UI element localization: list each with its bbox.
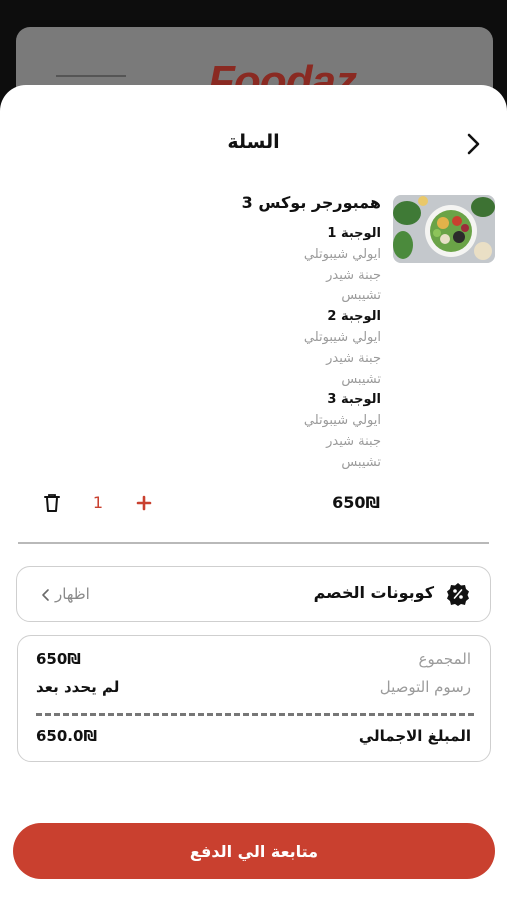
meal-option: ايولي شيبوتلي [303, 246, 381, 262]
coupon-label: كوبونات الخصم [313, 583, 434, 602]
delivery-label: رسوم التوصيل [379, 678, 471, 696]
item-price: 650₪ [332, 493, 380, 512]
dashed-divider [36, 713, 474, 716]
cart-header: السلة [0, 85, 507, 203]
meal-option: تشيبس [341, 371, 381, 387]
meal-option: جبنة شيدر [326, 433, 381, 449]
delete-button[interactable] [41, 492, 63, 514]
meal-option: تشيبس [341, 454, 381, 470]
trash-icon [44, 494, 60, 512]
meal-option: ايولي شيبوتلي [303, 329, 381, 345]
cart-sheet: السلة همبورجر بوكس 3 الوجبة 1 ايولي شيبو… [0, 85, 507, 900]
quantity-value: 1 [92, 493, 104, 512]
checkout-button-label: متابعة الي الدفع [189, 841, 319, 861]
meal-option: جبنة شيدر [326, 350, 381, 366]
increment-button[interactable] [132, 491, 156, 515]
page-title: السلة [227, 131, 280, 153]
total-row: المبلغ الاجمالي 650.0₪ [18, 727, 490, 751]
salad-bowl-image [393, 195, 495, 263]
coupon-row[interactable]: كوبونات الخصم اظهار [16, 566, 491, 622]
product-image [393, 195, 495, 263]
meal-option: جبنة شيدر [326, 267, 381, 283]
meal-option: ايولي شيبوتلي [303, 413, 381, 429]
subtotal-row: المجموع 650₪ [18, 650, 490, 674]
chevron-left-icon [42, 589, 49, 601]
section-divider [18, 542, 489, 544]
meal-title: الوجبة 1 [327, 226, 381, 241]
background-decoration [56, 75, 126, 85]
meal-details: الوجبة 1 ايولي شيبوتلي جبنة شيدر تشيبس ا… [151, 224, 381, 474]
subtotal-label: المجموع [418, 650, 471, 668]
delivery-value: لم يحدد بعد [36, 678, 120, 696]
total-value: 650.0₪ [36, 727, 98, 745]
back-button[interactable] [458, 129, 488, 159]
meal-title: الوجبة 2 [327, 309, 381, 325]
subtotal-value: 650₪ [36, 650, 81, 668]
checkout-button[interactable]: متابعة الي الدفع [13, 823, 495, 879]
meal-option: تشيبس [341, 288, 381, 304]
order-summary: المجموع 650₪ رسوم التوصيل لم يحدد بعد ال… [17, 635, 491, 762]
product-name: همبورجر بوكس 3 [241, 193, 381, 212]
meal-title: الوجبة 3 [327, 392, 381, 408]
total-label: المبلغ الاجمالي [358, 727, 471, 745]
coupon-show-link[interactable]: اظهار [55, 585, 90, 603]
chevron-right-icon [467, 133, 480, 155]
delivery-row: رسوم التوصيل لم يحدد بعد [18, 678, 490, 702]
plus-icon [136, 495, 152, 511]
discount-badge-icon [447, 583, 469, 606]
